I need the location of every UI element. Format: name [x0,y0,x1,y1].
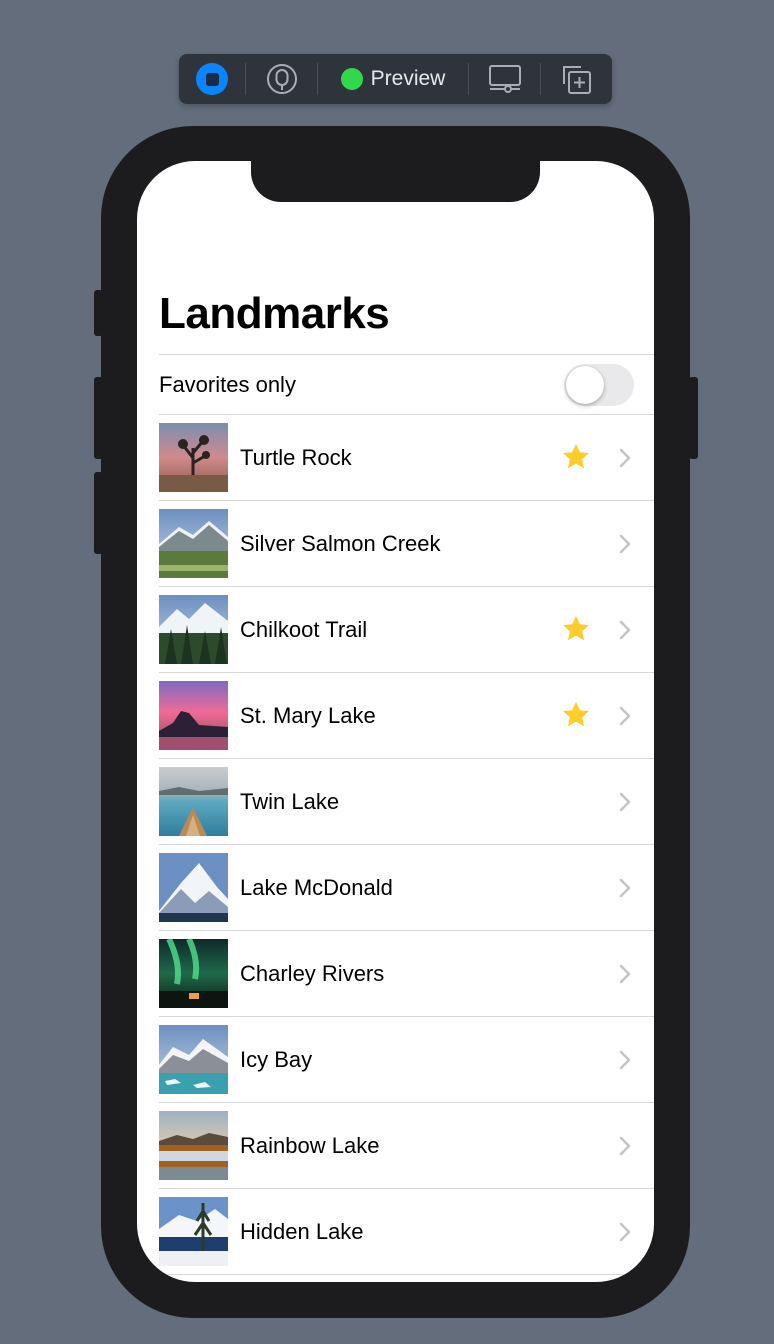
navigation-title: Landmarks [159,289,390,338]
volume-up-button [94,377,103,459]
landmark-thumbnail [159,509,228,578]
duplicate-preview-button[interactable] [541,54,611,104]
live-preview-button[interactable] [179,54,245,104]
landmark-row[interactable]: Chilkoot Trail [159,587,654,673]
device-screen: Landmarks Favorites only Turtle Rock Silv… [137,161,654,1282]
landmark-thumbnail [159,1025,228,1094]
favorite-star-icon [563,615,589,641]
landmark-name: Lake McDonald [240,874,393,900]
landmark-row[interactable]: Rainbow Lake [159,1103,654,1189]
chevron-right-icon [619,706,631,726]
chevron-right-icon [619,534,631,554]
landmark-row[interactable]: Silver Salmon Creek [159,501,654,587]
favorite-star-icon [563,701,589,727]
landmark-name: St. Mary Lake [240,702,376,728]
preview-toolbar: Preview [179,54,612,104]
landmark-thumbnail [159,853,228,922]
landmark-thumbnail [159,767,228,836]
landmark-row[interactable]: Hidden Lake [159,1189,654,1275]
inspect-button[interactable] [246,54,317,104]
chevron-right-icon [619,878,631,898]
inspect-icon [266,64,297,94]
chevron-right-icon [619,1050,631,1070]
device-settings-button[interactable] [469,54,540,104]
landmark-name: Charley Rivers [240,960,385,986]
landmark-name: Chilkoot Trail [240,616,368,642]
favorites-label: Favorites only [159,371,296,397]
favorites-toggle[interactable] [564,364,634,406]
landmark-row[interactable]: St. Mary Lake [159,673,654,759]
toggle-knob [566,366,604,404]
favorites-row: Favorites only [159,355,654,414]
chevron-right-icon [619,448,631,468]
landmark-row[interactable]: Lake McDonald [159,845,654,931]
landmark-name: Turtle Rock [240,444,352,470]
landmark-thumbnail [159,1197,228,1266]
landmark-thumbnail [159,939,228,1008]
chevron-right-icon [619,964,631,984]
preview-status-button[interactable]: Preview [318,54,468,104]
landmark-name: Silver Salmon Creek [240,530,441,556]
chevron-right-icon [619,1136,631,1156]
notch [251,161,540,202]
landmark-name: Icy Bay [240,1046,313,1072]
landmark-name: Hidden Lake [240,1218,364,1244]
landmark-list: Turtle Rock Silver Salmon Creek Chilkoot T… [159,415,654,1282]
chevron-right-icon [619,1222,631,1242]
favorite-star-icon [563,443,589,469]
power-button [689,377,698,459]
chevron-right-icon [619,620,631,640]
landmark-name: Rainbow Lake [240,1132,380,1158]
duplicate-preview-icon [563,66,591,94]
preview-label: Preview [370,67,446,90]
landmark-row[interactable]: Twin Lake [159,759,654,845]
chevron-right-icon [619,792,631,812]
landmark-name: Twin Lake [240,788,340,814]
landmark-thumbnail [159,681,228,750]
volume-down-button [94,472,103,554]
landmark-thumbnail [159,423,228,492]
next-row-peek [159,1275,654,1282]
landmark-thumbnail [159,595,228,664]
device-settings-icon [488,65,521,93]
live-preview-icon [196,63,228,95]
landmark-row[interactable]: Icy Bay [159,1017,654,1103]
landmark-row[interactable]: Charley Rivers [159,931,654,1017]
landmark-row[interactable]: Turtle Rock [159,415,654,501]
status-dot-icon [340,68,363,90]
landmark-thumbnail [159,1111,228,1180]
silent-switch [94,290,103,336]
